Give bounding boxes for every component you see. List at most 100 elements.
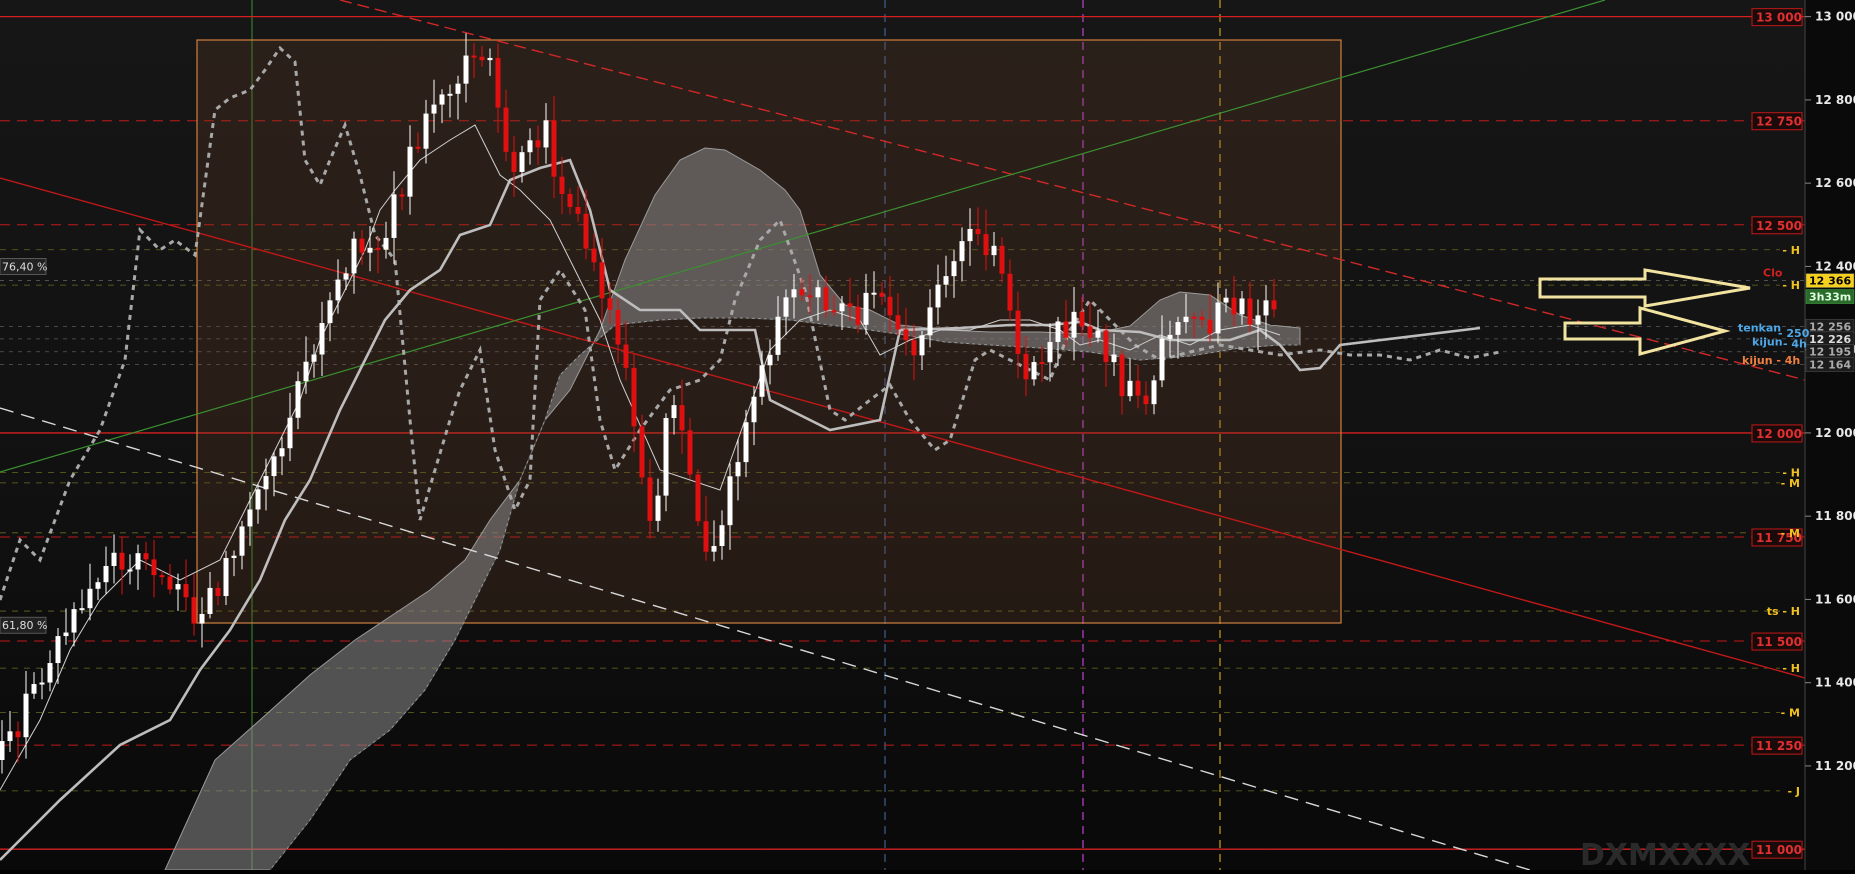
- candle-body: [255, 489, 261, 510]
- candle-body: [143, 553, 149, 560]
- candle-body: [943, 276, 949, 285]
- candle-body: [279, 448, 285, 457]
- price-axis-tick-label: 11 800: [1815, 509, 1855, 523]
- candle-body: [1023, 353, 1029, 380]
- candle-body: [239, 526, 245, 556]
- candle-body: [615, 309, 621, 345]
- candle-body: [471, 55, 477, 58]
- candle-body: [31, 684, 37, 694]
- candle-body: [439, 94, 445, 105]
- candle-body: [967, 228, 973, 242]
- price-label-text: 12 256: [1809, 320, 1851, 333]
- candle-body: [711, 545, 717, 552]
- candle-body: [231, 555, 237, 559]
- candle-body: [815, 287, 821, 298]
- level-mark-label: - J: [1788, 785, 1801, 798]
- candle-body: [759, 365, 765, 397]
- candle-body: [455, 83, 461, 94]
- candle-body: [1175, 322, 1181, 335]
- candle-body: [95, 582, 101, 589]
- price-label-text: 12 164: [1809, 359, 1851, 372]
- candle-body: [823, 287, 829, 311]
- candle-body: [783, 297, 789, 317]
- candle-body: [359, 238, 365, 253]
- candle-body: [1223, 297, 1229, 303]
- candle-body: [367, 247, 373, 253]
- candle-body: [1007, 273, 1013, 311]
- candle-body: [23, 693, 29, 738]
- candle-body: [551, 120, 557, 177]
- candle-body: [807, 295, 813, 298]
- level-mark-label: - M: [1781, 707, 1800, 720]
- price-axis-tick-label: 11 200: [1815, 759, 1855, 773]
- candle-body: [303, 361, 309, 382]
- candle-body: [191, 597, 197, 624]
- candle-body: [287, 417, 293, 449]
- candle-body: [335, 279, 341, 301]
- candle-body: [575, 207, 581, 214]
- ichimoku-chart[interactable]: 11 20011 40011 60011 80012 00012 20012 4…: [0, 0, 1855, 873]
- candle-body: [863, 292, 869, 325]
- candle-body: [959, 241, 965, 262]
- candle-body: [127, 569, 133, 572]
- price-axis-tick-label: 13 000: [1815, 10, 1855, 24]
- price-axis-tick-label: 12 000: [1815, 426, 1855, 440]
- candle-body: [7, 731, 13, 742]
- level-mark-label: - H: [1782, 662, 1800, 675]
- indicator-label: kijun - 4h: [1742, 354, 1800, 367]
- level-label-text: 13 000: [1756, 11, 1802, 25]
- candle-body: [1039, 362, 1045, 365]
- price-axis-tick-label: 11 400: [1815, 676, 1855, 690]
- candle-body: [1135, 380, 1141, 396]
- candle-body: [839, 303, 845, 312]
- candle-body: [1071, 311, 1077, 338]
- candle-body: [487, 57, 493, 61]
- candle-body: [1095, 330, 1101, 338]
- indicator-label: - 4h: [1783, 337, 1807, 350]
- candle-body: [591, 248, 597, 263]
- candle-body: [447, 93, 453, 96]
- candle-body: [399, 194, 405, 197]
- candle-body: [951, 261, 957, 277]
- candle-body: [1087, 326, 1093, 338]
- level-label-text: 11 500: [1756, 635, 1802, 649]
- candle-body: [295, 381, 301, 418]
- candle-body: [887, 296, 893, 316]
- price-axis-tick-label: 12 600: [1815, 176, 1855, 190]
- fib-label-text: 61,80 %: [2, 619, 47, 632]
- chart-area[interactable]: 11 20011 40011 60011 80012 00012 20012 4…: [0, 0, 1855, 873]
- candle-body: [831, 310, 837, 313]
- price-label-text: 12 195: [1809, 346, 1851, 359]
- candle-body: [135, 553, 141, 570]
- candle-body: [655, 495, 661, 521]
- candle-body: [407, 146, 413, 197]
- candle-body: [1159, 338, 1165, 381]
- candle-body: [199, 613, 205, 624]
- candle-body: [1239, 298, 1245, 315]
- candle-body: [1231, 297, 1237, 315]
- candle-body: [1271, 300, 1277, 310]
- candle-body: [391, 194, 397, 238]
- indicator-label: tenkan: [1738, 322, 1781, 335]
- level-label-text: 12 000: [1756, 427, 1802, 441]
- candle-body: [167, 576, 173, 590]
- price-label-text: 12 366: [1809, 275, 1851, 288]
- candle-body: [975, 228, 981, 235]
- candle-body: [679, 405, 685, 431]
- candle-body: [1103, 330, 1109, 363]
- candle-body: [671, 405, 677, 419]
- candle-body: [767, 354, 773, 366]
- candle-body: [1111, 354, 1117, 363]
- candle-body: [151, 559, 157, 576]
- level-mark-label: - H: [1782, 279, 1800, 292]
- candle-body: [1183, 316, 1189, 323]
- candle-body: [775, 316, 781, 355]
- candle-body: [511, 151, 517, 172]
- candle-body: [583, 213, 589, 249]
- candle-body: [111, 552, 117, 566]
- candle-body: [1119, 354, 1125, 397]
- candle-body: [1255, 315, 1261, 325]
- candle-body: [247, 509, 253, 527]
- candle-body: [1079, 311, 1085, 327]
- candle-body: [631, 367, 637, 427]
